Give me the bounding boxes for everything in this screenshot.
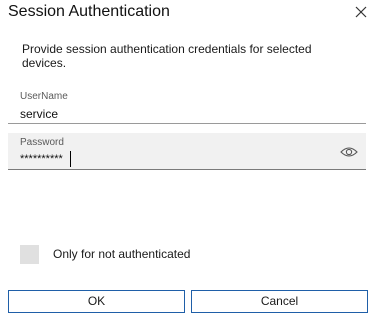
dialog-description: Provide session authentication credentia… [22, 42, 312, 70]
username-label: UserName [20, 91, 68, 102]
password-field-container[interactable]: Password [8, 133, 366, 170]
password-field[interactable] [20, 151, 320, 167]
dialog-title: Session Authentication [8, 3, 170, 20]
password-label: Password [20, 137, 64, 148]
text-caret [70, 151, 71, 167]
only-not-authenticated-checkbox[interactable] [20, 245, 39, 264]
cancel-button[interactable]: Cancel [191, 290, 368, 313]
eye-icon[interactable] [340, 145, 358, 159]
username-field[interactable] [8, 105, 366, 124]
close-icon[interactable] [352, 3, 370, 21]
ok-button[interactable]: OK [8, 290, 185, 313]
only-not-authenticated-label: Only for not authenticated [53, 247, 191, 261]
